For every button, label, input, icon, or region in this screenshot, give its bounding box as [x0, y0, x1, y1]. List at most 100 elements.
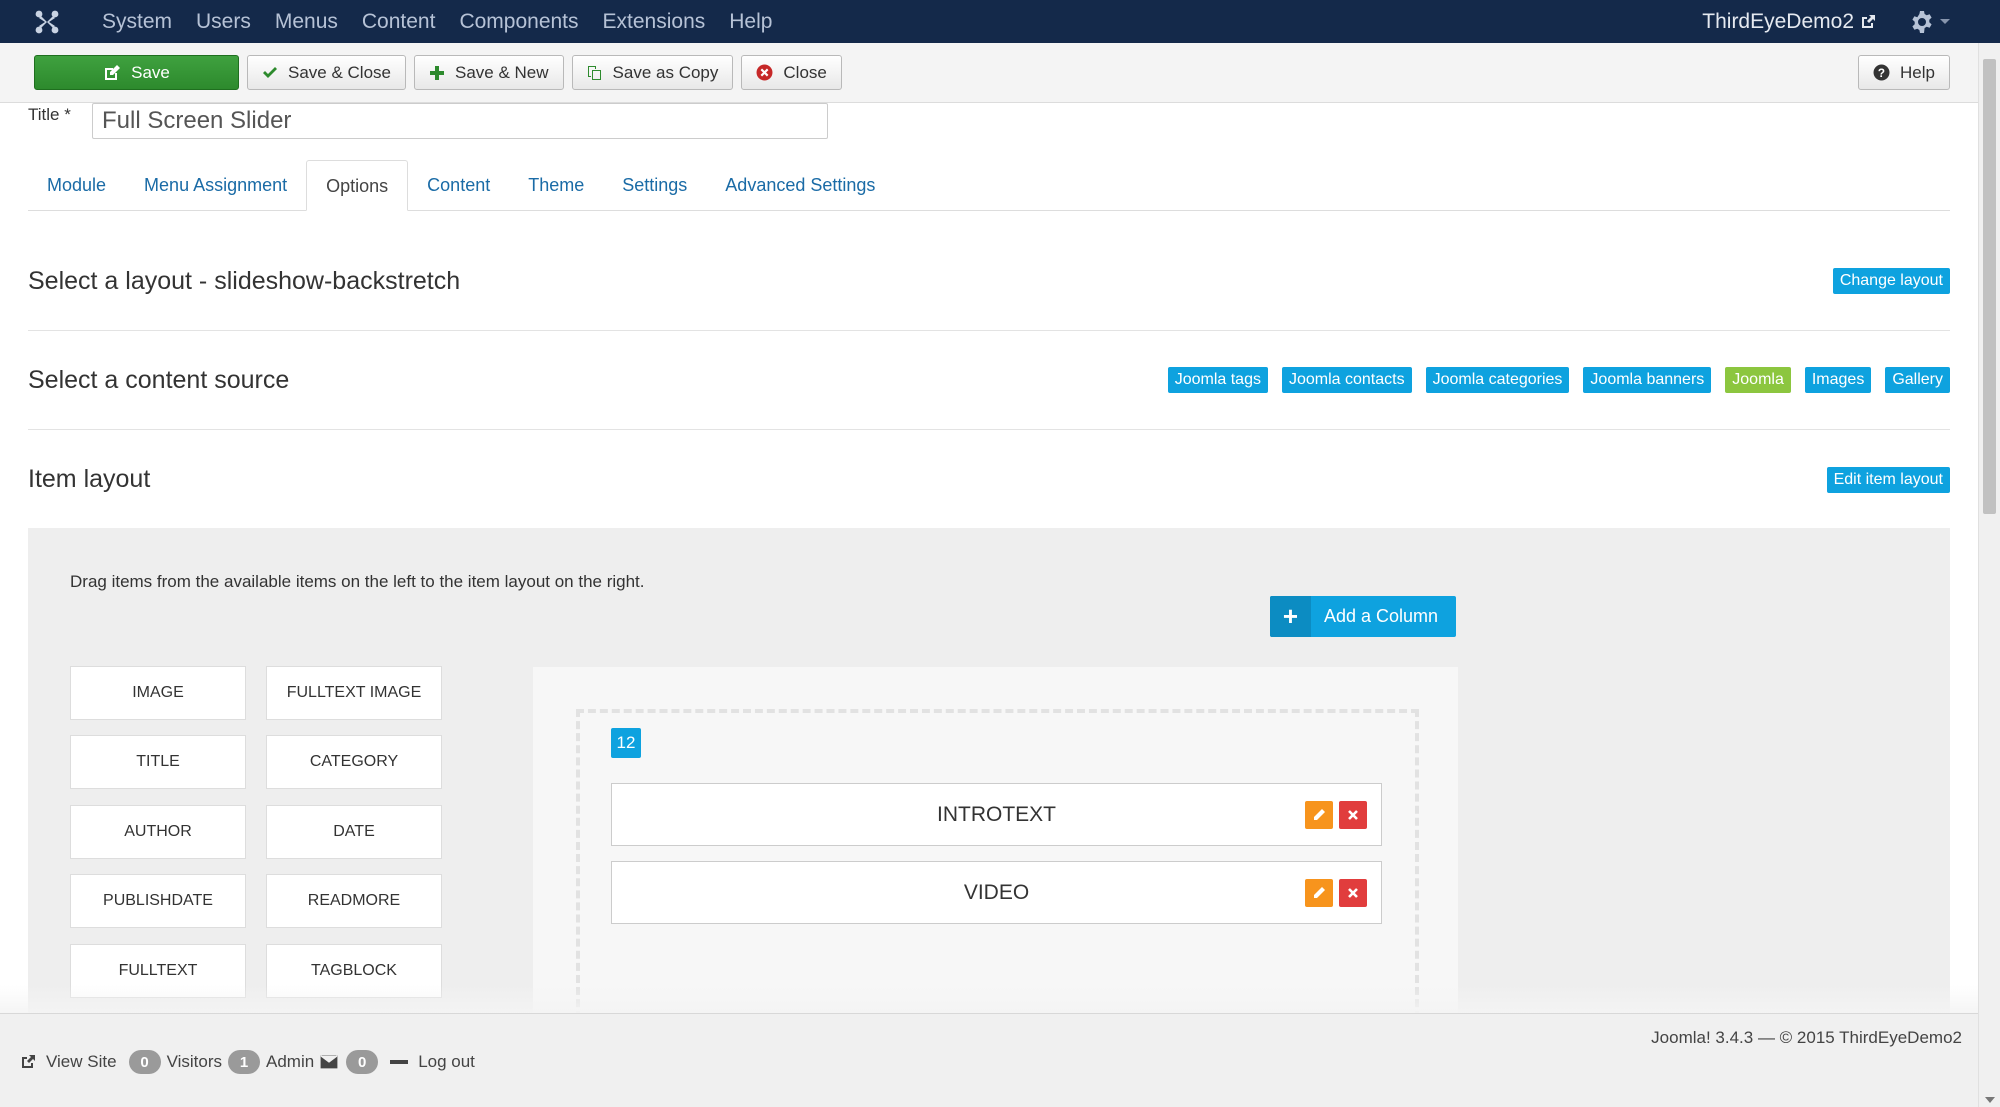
available-item-category[interactable]: CATEGORY — [266, 735, 442, 789]
add-column-label: Add a Column — [1324, 606, 1439, 626]
layout-item-introtext[interactable]: INTROTEXT — [611, 783, 1382, 846]
tab-menu-assignment[interactable]: Menu Assignment — [125, 160, 306, 210]
available-item-fulltext-image[interactable]: FULLTEXT IMAGE — [266, 666, 442, 720]
view-site-label: View Site — [46, 1052, 117, 1071]
module-tabs: Module Menu Assignment Options Content T… — [28, 159, 1950, 211]
logout-label: Log out — [418, 1052, 475, 1071]
status-bar: View Site 0 Visitors 1 Admin 0 Log out J… — [0, 1013, 1978, 1107]
menu-users[interactable]: Users — [184, 0, 263, 43]
content-fade — [0, 985, 1978, 1013]
user-settings-menu[interactable] — [1910, 10, 1950, 34]
tab-theme[interactable]: Theme — [509, 160, 603, 210]
remove-item-button[interactable] — [1339, 801, 1367, 829]
minus-icon — [390, 1060, 409, 1064]
visitors-label: Visitors — [166, 1052, 222, 1071]
layout-section: Select a layout - slideshow-backstretch … — [28, 232, 1950, 331]
tab-settings[interactable]: Settings — [603, 160, 706, 210]
view-site-link[interactable]: View Site — [20, 1052, 117, 1072]
source-gallery[interactable]: Gallery — [1885, 367, 1950, 393]
visitors-status[interactable]: 0 Visitors — [128, 1050, 222, 1074]
menu-components[interactable]: Components — [447, 0, 590, 43]
scrollbar-thumb[interactable] — [1983, 59, 1996, 514]
content-source-title: Select a content source — [28, 365, 290, 394]
site-name: ThirdEyeDemo2 — [1702, 9, 1854, 33]
source-joomla-categories[interactable]: Joomla categories — [1425, 367, 1570, 393]
menu-menus[interactable]: Menus — [263, 0, 350, 43]
source-images[interactable]: Images — [1804, 367, 1872, 393]
messages-status[interactable]: 0 — [320, 1050, 384, 1074]
tab-options[interactable]: Options — [306, 160, 409, 211]
version-info: Joomla! 3.4.3 — © 2015 ThirdEyeDemo2 — [1651, 1028, 1962, 1047]
menu-content[interactable]: Content — [350, 0, 448, 43]
add-column-button[interactable]: + Add a Column — [1270, 596, 1456, 637]
source-joomla[interactable]: Joomla — [1725, 367, 1791, 393]
navbar-right: ThirdEyeDemo2 — [1702, 10, 1950, 34]
change-layout-button[interactable]: Change layout — [1832, 268, 1950, 294]
column-width-badge[interactable]: 12 — [611, 728, 641, 758]
messages-count-badge: 0 — [346, 1050, 379, 1074]
remove-icon — [1348, 888, 1358, 898]
title-label: Title * — [28, 105, 71, 124]
external-link-icon — [1862, 14, 1875, 28]
svg-text:?: ? — [1878, 67, 1885, 80]
edit-item-button[interactable] — [1305, 801, 1333, 829]
save-close-button[interactable]: Save & Close — [247, 55, 406, 90]
tab-module[interactable]: Module — [28, 160, 125, 210]
menu-help[interactable]: Help — [717, 0, 784, 43]
layout-section-title: Select a layout - slideshow-backstretch — [28, 266, 461, 295]
plus-icon — [430, 65, 444, 80]
content-source-options: Joomla tags Joomla contacts Joomla categ… — [1154, 367, 1950, 393]
edit-item-button[interactable] — [1305, 879, 1333, 907]
save-new-button[interactable]: Save & New — [414, 55, 564, 90]
layout-item-label: VIDEO — [963, 880, 1030, 904]
available-item-author[interactable]: AUTHOR — [70, 805, 246, 859]
mail-icon — [320, 1055, 339, 1069]
remove-item-button[interactable] — [1339, 879, 1367, 907]
scroll-down-arrow-icon[interactable] — [1985, 1097, 1995, 1103]
main-menu: System Users Menus Content Components Ex… — [90, 0, 784, 43]
tab-content[interactable]: Content — [408, 160, 509, 210]
content-source-section: Select a content source Joomla tags Joom… — [28, 331, 1950, 430]
plus-icon: + — [1270, 596, 1311, 637]
title-row: Title * Full Screen Slider — [28, 103, 828, 139]
save-copy-button[interactable]: Save as Copy — [571, 55, 734, 90]
status-links: View Site 0 Visitors 1 Admin 0 Log out — [20, 1050, 481, 1074]
edit-item-layout-button[interactable]: Edit item layout — [1826, 466, 1950, 493]
available-item-title[interactable]: TITLE — [70, 735, 246, 789]
copy-icon — [587, 65, 601, 80]
joomla-logo-icon[interactable] — [24, 0, 70, 43]
item-actions — [1305, 879, 1367, 907]
help-button[interactable]: ? Help — [1858, 55, 1950, 90]
visitors-count-badge: 0 — [128, 1050, 161, 1074]
available-item-readmore[interactable]: READMORE — [266, 874, 442, 928]
page-scrollbar[interactable] — [1978, 43, 2000, 1107]
tab-advanced-settings[interactable]: Advanced Settings — [706, 160, 894, 210]
source-joomla-banners[interactable]: Joomla banners — [1583, 367, 1712, 393]
admin-status[interactable]: 1 Admin — [228, 1050, 314, 1074]
logout-link[interactable]: Log out — [390, 1052, 475, 1072]
menu-extensions[interactable]: Extensions — [591, 0, 718, 43]
close-button[interactable]: Close — [741, 55, 842, 90]
top-navbar: System Users Menus Content Components Ex… — [0, 0, 2000, 43]
source-joomla-contacts[interactable]: Joomla contacts — [1281, 367, 1412, 393]
save-button[interactable]: Save — [34, 55, 239, 90]
title-input[interactable]: Full Screen Slider — [92, 103, 828, 139]
chevron-down-icon — [1940, 19, 1950, 24]
save-label: Save — [131, 62, 170, 82]
external-link-icon — [22, 1055, 35, 1068]
layout-item-video[interactable]: VIDEO — [611, 861, 1382, 924]
available-item-date[interactable]: DATE — [266, 805, 442, 859]
pencil-icon — [1314, 887, 1325, 898]
help-label: Help — [1900, 62, 1935, 82]
pencil-icon — [1314, 809, 1325, 820]
menu-system[interactable]: System — [90, 0, 184, 43]
available-item-publishdate[interactable]: PUBLISHDATE — [70, 874, 246, 928]
check-icon — [263, 66, 277, 78]
admin-count-badge: 1 — [228, 1050, 260, 1074]
admin-label: Admin — [266, 1052, 315, 1071]
available-item-image[interactable]: IMAGE — [70, 666, 246, 720]
layout-item-label: INTROTEXT — [937, 802, 1056, 826]
site-link[interactable]: ThirdEyeDemo2 — [1702, 10, 1876, 34]
source-joomla-tags[interactable]: Joomla tags — [1167, 367, 1268, 393]
item-layout-title: Item layout — [28, 465, 151, 493]
